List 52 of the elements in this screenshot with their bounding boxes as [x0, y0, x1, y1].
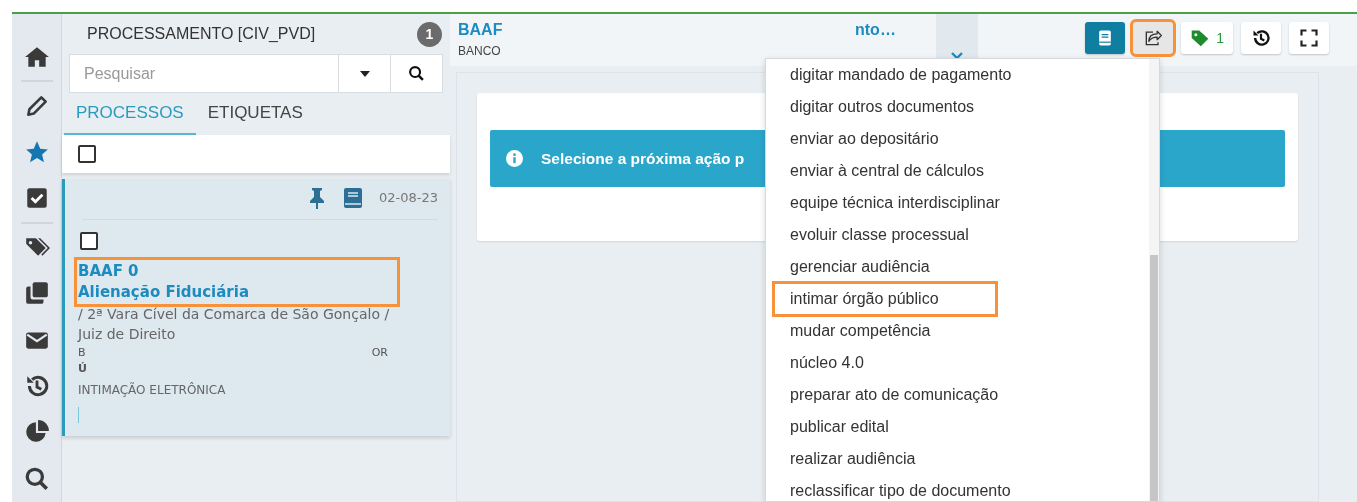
fullscreen-button[interactable]	[1289, 22, 1329, 54]
menu-item[interactable]: mudar competência	[782, 315, 939, 347]
process-title: BAAF	[458, 20, 503, 40]
search-icon	[408, 65, 425, 82]
menu-item[interactable]: reclassificar tipo de documento	[782, 475, 1019, 501]
history-icon	[1251, 28, 1271, 48]
menu-item[interactable]: preparar ato de comunicação	[782, 379, 1007, 411]
date-label: 02-08-23	[379, 189, 438, 208]
type-text: INTIMAÇÃO ELETRÔNICA	[78, 381, 227, 399]
share-button[interactable]	[1133, 22, 1174, 54]
panel-title: PROCESSAMENTO [CIV_PVD]	[87, 24, 316, 44]
partial-text: B	[78, 345, 86, 361]
checkbox[interactable]	[80, 232, 98, 250]
menu-item[interactable]: realizar audiência	[782, 443, 924, 475]
book-icon[interactable]	[343, 187, 363, 209]
caret-icon	[359, 70, 370, 77]
menu-item[interactable]: evoluir classe processual	[782, 219, 977, 251]
menu-item[interactable]: núcleo 4.0	[782, 347, 872, 379]
alert-text: Selecione a próxima ação p	[541, 148, 745, 169]
star-icon[interactable]	[23, 139, 50, 165]
count-badge: 1	[417, 21, 442, 47]
court-text: / 2ª Vara Cível da Comarca de São Gonçalo /	[78, 305, 391, 324]
share-icon	[1143, 28, 1164, 48]
menu-item[interactable]: enviar ao depositário	[782, 123, 947, 155]
scrollbar[interactable]	[1149, 59, 1159, 501]
menu-item[interactable]: gerenciar audiência	[782, 251, 938, 283]
book-button[interactable]	[1085, 22, 1126, 54]
chevron-icon	[951, 52, 963, 60]
party-text: BANCO	[458, 43, 502, 60]
search-button[interactable]	[391, 54, 443, 93]
pin-icon[interactable]	[307, 187, 327, 209]
menu-item[interactable]: digitar outros documentos	[782, 91, 983, 123]
process-card[interactable]: 02-08-23 BAAF 0 Alienação Fiduciária / 2ª Vara Cível da Comarca de São Gonçalo / Juiz de Direito B OR Ú INTIMAÇÃO ELETRÔNICA	[62, 179, 450, 436]
tab[interactable]: ETIQUETAS	[195, 93, 315, 135]
checkbox[interactable]	[78, 145, 96, 163]
menu-item[interactable]: digitar mandado de pagamento	[782, 59, 1020, 91]
search-field[interactable]: Pesquisar	[69, 54, 339, 93]
menu-item[interactable]: equipe técnica interdisciplinar	[782, 187, 1008, 219]
title-text: nto…	[855, 20, 896, 40]
menu-item[interactable]: intimar órgão público	[774, 283, 996, 315]
tag-icon	[1190, 28, 1211, 48]
history-button[interactable]	[1241, 22, 1281, 54]
judge-text: Juiz de Direito	[78, 325, 177, 344]
menu-item[interactable]: enviar à central de cálculos	[782, 155, 992, 187]
fullscreen-icon	[1299, 28, 1319, 48]
partial-text: Ú	[78, 361, 87, 377]
tags-button[interactable]: 1	[1181, 22, 1233, 54]
partial-text: OR	[371, 345, 388, 361]
search-icon[interactable]	[23, 465, 50, 492]
menu-item[interactable]: publicar edital	[782, 411, 897, 443]
copies-icon[interactable]	[23, 280, 50, 307]
info-icon	[506, 150, 523, 167]
